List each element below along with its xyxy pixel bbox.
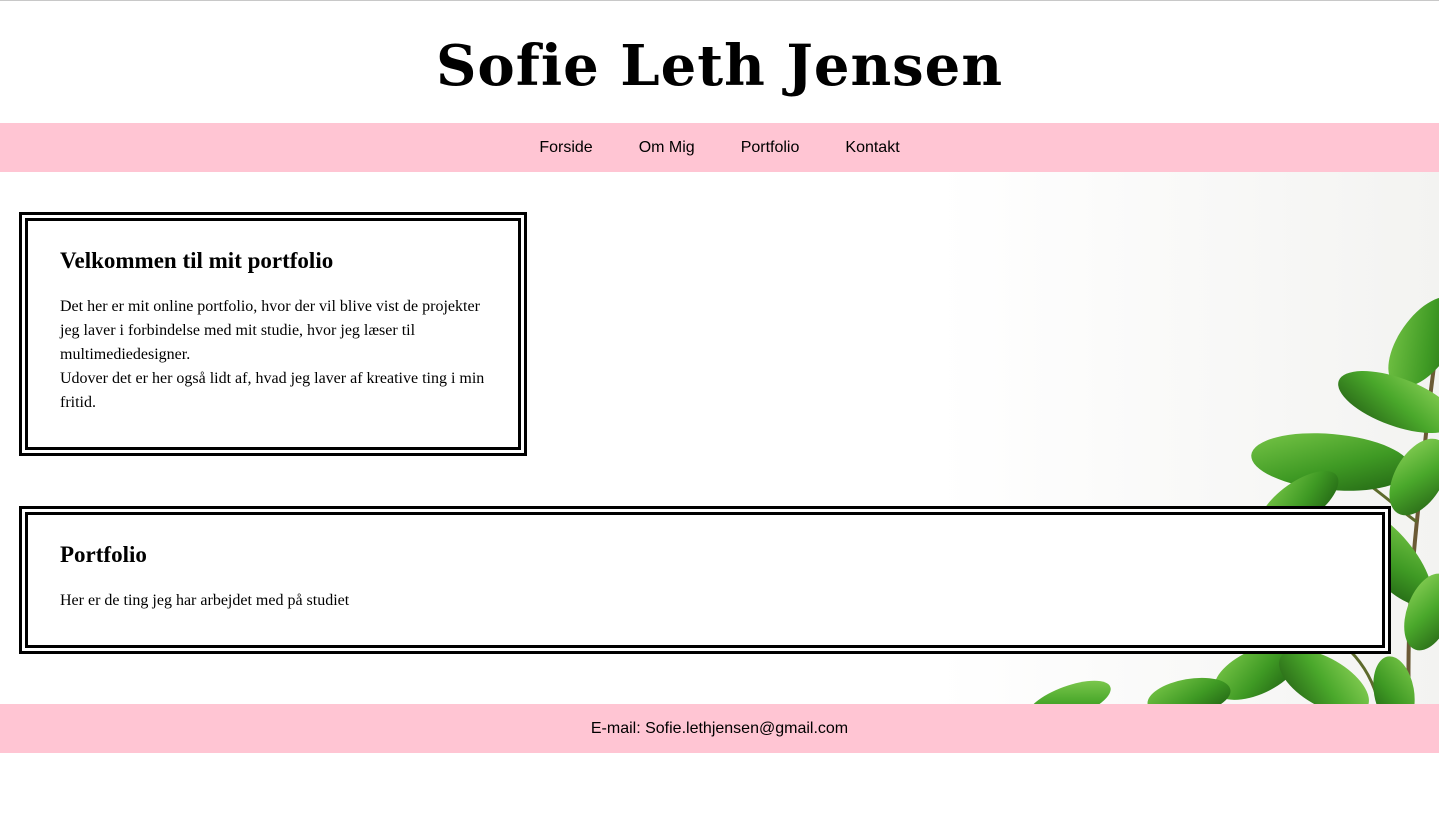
welcome-paragraph-2: Udover det er her også lidt af, hvad jeg… [60, 369, 485, 411]
portfolio-section: Portfolio Her er de ting jeg har arbejde… [19, 506, 1391, 654]
nav-item-om-mig[interactable]: Om Mig [639, 139, 695, 157]
portfolio-text: Her er de ting jeg har arbejdet med på s… [60, 591, 350, 609]
welcome-section: Velkommen til mit portfolio Det her er m… [19, 212, 527, 456]
nav-item-forside[interactable]: Forside [539, 139, 592, 157]
welcome-text: Det her er mit online portfolio, hvor de… [60, 295, 486, 415]
portfolio-heading: Portfolio [60, 542, 147, 567]
portfolio-section-inner-border: Portfolio Her er de ting jeg har arbejde… [25, 512, 1385, 648]
welcome-heading: Velkommen til mit portfolio [60, 248, 334, 273]
footer-email-label: E-mail: [590, 719, 646, 737]
nav-item-portfolio[interactable]: Portfolio [741, 139, 800, 157]
footer-email-link[interactable]: Sofie.lethjensen@gmail.com [645, 720, 848, 738]
site-title: Sofie Leth Jensen [435, 33, 1004, 99]
welcome-section-inner-border: Velkommen til mit portfolio Det her er m… [25, 218, 521, 450]
site-header: Sofie Leth Jensen [0, 1, 1439, 123]
site-footer: E-mail: Sofie.lethjensen@gmail.com [0, 704, 1439, 753]
welcome-paragraph-1: Det her er mit online portfolio, hvor de… [60, 297, 480, 363]
nav-item-kontakt[interactable]: Kontakt [845, 139, 899, 157]
main-nav: Forside Om Mig Portfolio Kontakt [0, 123, 1439, 172]
